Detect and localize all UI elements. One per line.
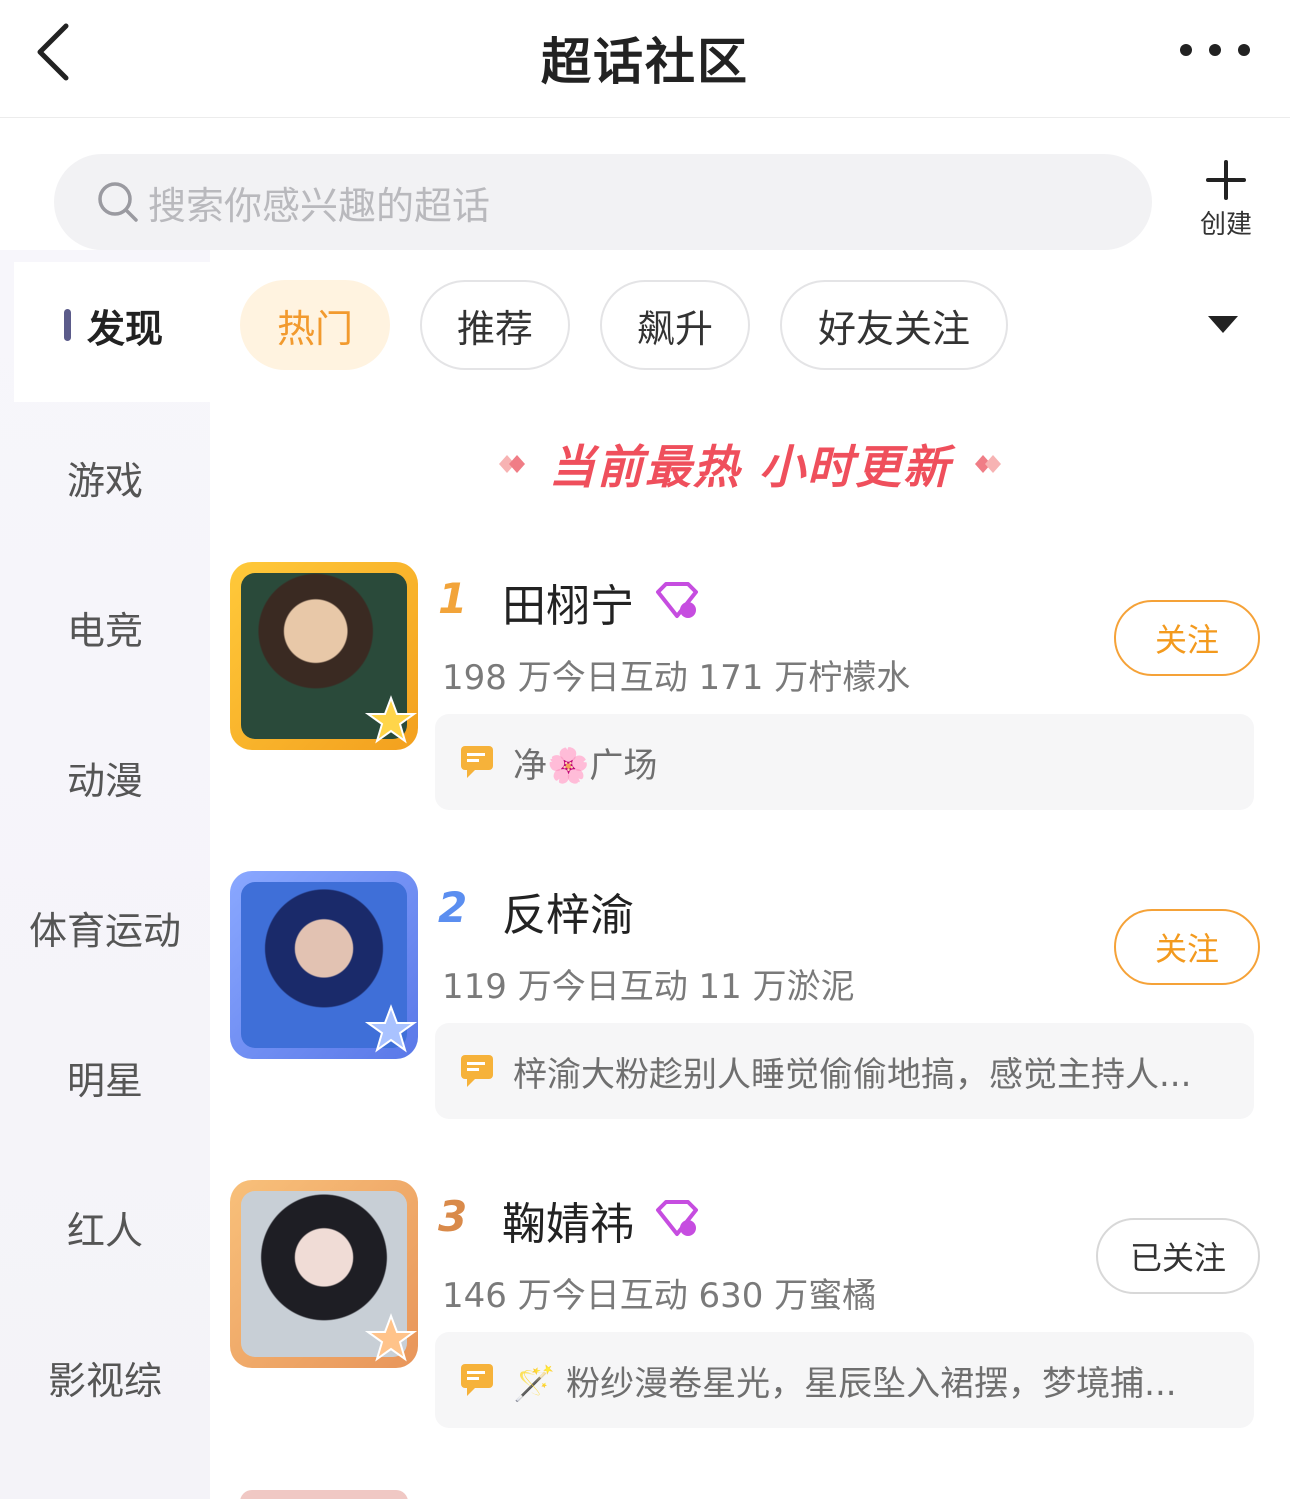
tab-recommended[interactable]: 推荐 [420,280,570,370]
caret-down-icon[interactable] [1208,316,1238,333]
active-indicator [64,309,71,341]
star-icon [364,695,418,744]
topic-name[interactable]: 反梓渝 [502,879,634,943]
star-icon [364,1313,418,1362]
category-sidebar [0,250,210,1499]
search-bar[interactable]: 搜索你感兴趣的超话 [54,154,1152,250]
chat-bubble-icon [461,746,493,778]
avatar[interactable] [230,562,418,750]
rank-number: 3 [438,1192,468,1241]
follow-button[interactable]: 关注 [1114,909,1260,985]
chat-bubble-icon [461,1055,493,1087]
diamond-decor-icon [975,455,1001,473]
diamond-decor-icon [498,455,525,473]
post-text: 梓渝大粉趁别人睡觉偷偷地搞，感觉主持人... [513,1054,1192,1095]
tab-hot[interactable]: 热门 [240,280,390,370]
rank-number: 2 [438,883,468,932]
sidebar-item-sports[interactable]: 体育运动 [0,900,210,955]
search-placeholder: 搜索你感兴趣的超话 [148,183,491,228]
sidebar-item-esports[interactable]: 电竞 [0,600,210,655]
create-label: 创建 [1199,210,1252,240]
following-button[interactable]: 已关注 [1096,1218,1260,1294]
chat-bubble-icon [461,1364,493,1396]
diamond-badge-icon [656,1200,698,1236]
search-icon [98,182,138,222]
rank-number: 1 [438,574,468,623]
avatar[interactable] [230,871,418,1059]
diamond-badge-icon [656,582,698,618]
star-icon [364,1004,418,1053]
create-button[interactable]: 创建 [1186,158,1266,240]
topic-stats: 146 万今日互动 630 万蜜橘 [442,1276,877,1316]
tab-rising[interactable]: 飙升 [600,280,750,370]
ranking-row[interactable]: 1 田栩宁 198 万今日互动 171 万柠檬水 关注 净🌸广场 [230,562,1270,812]
hot-banner: 当前最热 小时更新 [480,432,1020,496]
sidebar-item-discover[interactable]: 发现 [64,300,164,351]
sidebar-item-label: 发现 [87,306,164,351]
topic-name[interactable]: 田栩宁 [502,570,634,634]
avatar[interactable] [230,1180,418,1368]
topic-stats: 119 万今日互动 11 万淤泥 [442,967,855,1007]
latest-post[interactable]: 🪄 粉纱漫卷星光，星辰坠入裙摆，梦境捕... [435,1332,1254,1428]
banner-text: 当前最热 小时更新 [548,440,951,494]
topic-name[interactable]: 鞠婧祎 [502,1188,634,1252]
sidebar-item-stars[interactable]: 明星 [0,1050,210,1105]
sidebar-item-anime[interactable]: 动漫 [0,750,210,805]
more-dots-icon[interactable] [1180,40,1250,60]
latest-post[interactable]: 净🌸广场 [435,714,1254,810]
post-text: 🪄 粉纱漫卷星光，星辰坠入裙摆，梦境捕... [513,1363,1177,1404]
tab-friends-following[interactable]: 好友关注 [780,280,1008,370]
follow-button[interactable]: 关注 [1114,600,1260,676]
sidebar-item-influencers[interactable]: 红人 [0,1200,210,1255]
latest-post[interactable]: 梓渝大粉趁别人睡觉偷偷地搞，感觉主持人... [435,1023,1254,1119]
post-text: 净🌸广场 [513,745,658,786]
sidebar-item-games[interactable]: 游戏 [0,450,210,505]
topic-stats: 198 万今日互动 171 万柠檬水 [442,658,911,698]
next-row-avatar-peek [240,1490,408,1499]
top-bar: 超话社区 [0,0,1290,118]
plus-icon [1206,160,1246,200]
sidebar-item-film-tv[interactable]: 影视综 [0,1350,210,1405]
super-topic-community-page: 超话社区 搜索你感兴趣的超话 创建 发现 游戏 电竞 动漫 体育运动 明星 红人… [0,0,1290,1499]
ranking-row[interactable]: 3 鞠婧祎 146 万今日互动 630 万蜜橘 已关注 🪄 粉纱漫卷星光，星辰坠… [230,1180,1270,1430]
page-title: 超话社区 [541,33,749,91]
ranking-row[interactable]: 2 反梓渝 119 万今日互动 11 万淤泥 关注 梓渝大粉趁别人睡觉偷偷地搞，… [230,871,1270,1121]
